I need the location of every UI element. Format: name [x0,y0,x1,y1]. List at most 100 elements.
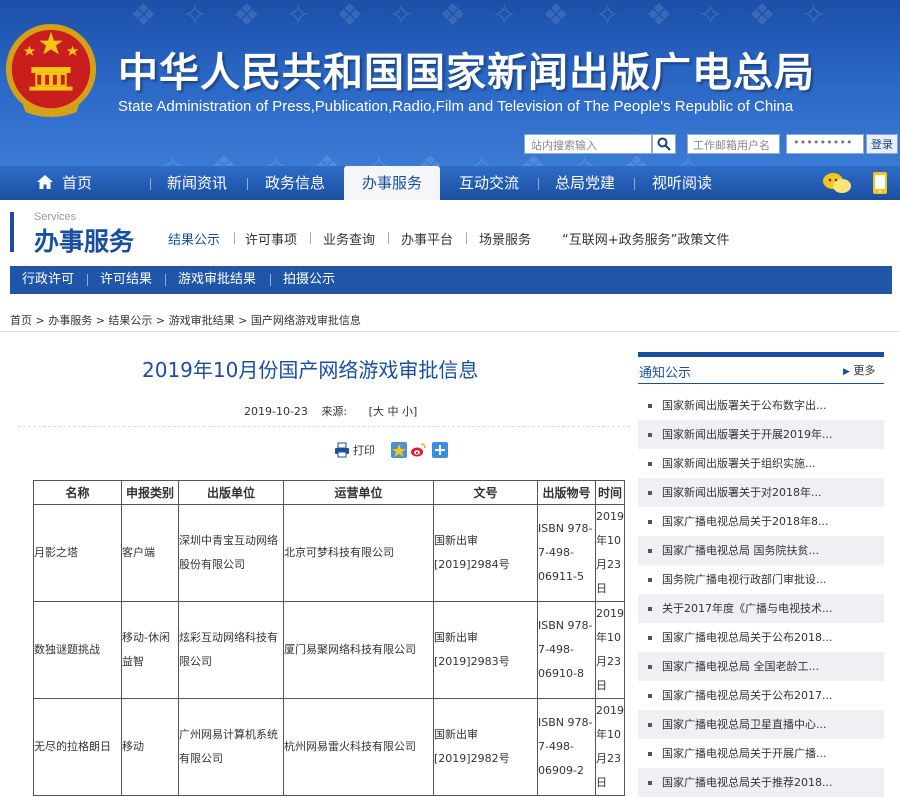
nav-item-audiovisual[interactable]: 视听阅读 [652,166,712,200]
chevron-right-icon: ▶ [843,367,850,377]
cell-category: 客户端 [121,504,179,602]
cell-category: 移动 [121,698,179,796]
cell-publisher: 广州网易计算机系统有限公司 [178,698,284,796]
sub-nav-license-results[interactable]: 许可结果 [100,266,152,294]
services-divider [466,232,467,244]
table-row: 数独谜题挑战 移动-休闲益智 炫彩互动网络科技有限公司 厦门易聚网络科技有限公司… [33,601,625,699]
services-link-results[interactable]: 结果公示 [168,229,220,248]
sub-nav-divider [165,274,166,286]
cell-publisher: 深圳中青宝互动网络股份有限公司 [178,504,284,602]
cell-date: 2019年10月23日 [595,504,625,602]
home-icon [37,175,53,189]
table-row: 无尽的拉格朗日 移动 广州网易计算机系统有限公司 杭州网易雷火科技有限公司 国新… [33,698,625,796]
services-link-licensing[interactable]: 许可事项 [245,229,297,248]
services-link-internet-policy[interactable]: “互联网+政务服务”政策文件 [562,229,729,248]
sidebar-notice-item[interactable]: 国家新闻出版署关于开展2019年... [638,420,884,449]
table-header-row: 名称 申报类别 出版单位 运营单位 文号 出版物号 时间 [33,480,625,505]
services-link-platform[interactable]: 办事平台 [401,229,453,248]
cell-operator: 北京可梦科技有限公司 [283,504,434,602]
cell-isbn: ISBN 978-7-498-06911-5 [537,504,596,602]
mail-username-input[interactable]: 工作邮箱用户名 [687,134,780,154]
print-share-row: 打印 [334,440,448,460]
cell-name: 数独谜题挑战 [33,601,122,699]
sidebar-more-link[interactable]: ▶ 更多 [843,362,875,378]
sidebar-notice-item[interactable]: 国家广播电视总局 国务院扶贫... [638,536,884,565]
sidebar-notice-item[interactable]: 国家新闻出版署关于对2018年... [638,478,884,507]
services-cn-label: 办事服务 [34,227,135,256]
sidebar-title: 通知公示 [639,366,692,381]
article-title: 2019年10月份国产网络游戏审批信息 [142,358,479,382]
share-more-icon[interactable] [432,442,448,458]
site-title-english: State Administration of Press,Publicatio… [118,98,794,115]
cell-name: 无尽的拉格朗日 [33,698,122,796]
sidebar-notice-item[interactable]: 国家新闻出版署关于组织实施... [638,449,884,478]
cell-doc-number: 国新出审[2019]2982号 [433,698,538,796]
sidebar-notice-item[interactable]: 国家广播电视总局关于公布2017... [638,681,884,710]
sub-nav-filming-notice[interactable]: 拍摄公示 [283,266,335,294]
cell-date: 2019年10月23日 [595,698,625,796]
cell-isbn: ISBN 978-7-498-06910-8 [537,601,596,699]
article-source-label: 来源: [321,405,348,418]
article-divider [18,426,630,427]
sidebar-notice-item[interactable]: 国家广播电视总局关于公布2018... [638,623,884,652]
breadcrumb-divider [0,331,900,332]
col-header-date: 时间 [595,480,625,505]
site-title-chinese: 中华人民共和国国家新闻出版广电总局 [118,50,815,96]
search-icon [657,137,671,151]
cell-doc-number: 国新出审[2019]2984号 [433,504,538,602]
print-icon[interactable] [334,442,350,458]
font-size-switcher[interactable]: [大 中 小] [369,405,418,418]
national-emblem-icon [5,23,97,118]
nav-item-services[interactable]: 办事服务 [344,166,441,200]
col-header-publisher: 出版单位 [178,480,284,505]
wechat-icon[interactable] [822,171,852,195]
nav-item-home[interactable]: 首页 [36,166,92,200]
nav-item-party-building[interactable]: 总局党建 [555,166,615,200]
cell-publisher: 炫彩互动网络科技有限公司 [178,601,284,699]
login-button[interactable]: 登录 [866,134,898,154]
sidebar-notice-item[interactable]: 国家广播电视总局关于2018年8... [638,507,884,536]
nav-item-news[interactable]: 新闻资讯 [167,166,227,200]
sub-nav-admin-license[interactable]: 行政许可 [22,266,74,294]
main-nav: 首页 新闻资讯 政务信息 办事服务 互动交流 总局党建 视听阅读 [0,166,900,200]
sidebar-notice-item[interactable]: 国务院广播电视行政部门审批设... [638,565,884,594]
cell-operator: 厦门易聚网络科技有限公司 [283,601,434,699]
sidebar-notice-item[interactable]: 关于2017年度《广播与电视技术... [638,594,884,623]
nav-divider [634,178,635,190]
sidebar-notice-item[interactable]: 国家广播电视总局关于开展广播... [638,739,884,768]
sidebar-notice-item[interactable]: 国家广播电视总局关于推荐2018... [638,768,884,797]
cell-isbn: ISBN 978-7-498-06909-2 [537,698,596,796]
breadcrumb[interactable]: 首页 > 办事服务 > 结果公示 > 游戏审批结果 > 国产网络游戏审批信息 [10,312,361,328]
mobile-icon[interactable] [871,171,889,195]
cell-date: 2019年10月23日 [595,601,625,699]
services-divider [388,232,389,244]
sidebar-notice-item[interactable]: 国家广播电视总局 全国老龄工... [638,652,884,681]
nav-divider [150,178,151,190]
more-label: 更多 [853,364,876,377]
col-header-name: 名称 [33,480,122,505]
cell-category: 移动-休闲益智 [121,601,179,699]
nav-item-government-info[interactable]: 政务信息 [265,166,325,200]
search-button[interactable] [652,134,676,154]
article-meta: 2019-10-23 来源: [大 中 小] [244,403,417,419]
sub-nav-divider [270,274,271,286]
share-qzone-icon[interactable] [391,442,407,458]
services-link-business-query[interactable]: 业务查询 [323,229,375,248]
sidebar-divider [638,383,884,384]
services-accent-bar [10,212,14,252]
sidebar-top-bar [638,352,884,357]
mail-password-input[interactable]: ••••••••• [786,134,864,154]
share-weibo-icon[interactable] [410,442,426,458]
sub-nav-game-approval[interactable]: 游戏审批结果 [178,266,256,294]
nav-item-interaction[interactable]: 互动交流 [459,166,519,200]
cell-doc-number: 国新出审[2019]2983号 [433,601,538,699]
sidebar-notice-item[interactable]: 国家新闻出版署关于公布数字出... [638,391,884,420]
nav-divider [247,178,248,190]
services-link-scenarios[interactable]: 场景服务 [479,229,531,248]
site-search-input[interactable]: 站内搜索输入 [524,134,652,154]
sidebar-notice-item[interactable]: 国家广播电视总局卫星直播中心... [638,710,884,739]
banner-decoration: ❖ ✧ ❖ ✧ ❖ ✧ ❖ ✧ ❖ ✧ ❖ ✧ ❖ ✧ [130,0,835,33]
print-label[interactable]: 打印 [353,442,375,458]
nav-item-label: 首页 [62,174,93,192]
page: ❖ ✧ ❖ ✧ ❖ ✧ ❖ ✧ ❖ ✧ ❖ ✧ ❖ ✧ ✧ ❖ ✧ ❖ ✧ ❖ … [0,0,900,797]
